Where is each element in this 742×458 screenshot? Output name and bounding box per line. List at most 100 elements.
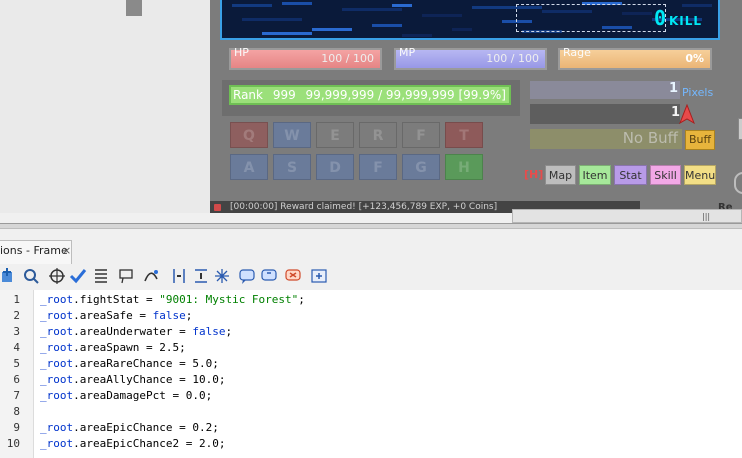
line-number: 1 <box>13 293 20 306</box>
skill-slot[interactable]: H <box>445 154 483 180</box>
viewport-pixel <box>682 4 712 7</box>
hp-label: HP <box>234 46 249 59</box>
code-line: _root.areaEpicChance2 = 2.0; <box>40 437 225 450</box>
menu-button-stat[interactable]: Stat <box>614 165 647 185</box>
viewport-pixel <box>262 32 312 35</box>
skill-slot[interactable]: E <box>316 122 354 148</box>
code-line: _root.areaAllyChance = 10.0; <box>40 373 225 386</box>
skill-slot[interactable]: Q <box>230 122 268 148</box>
skill-slot[interactable]: F <box>359 154 397 180</box>
buff-text: No Buff <box>622 129 678 147</box>
remove-comment-icon[interactable] <box>284 267 302 285</box>
level-value: 1 <box>670 105 680 120</box>
code-root-token: _root <box>40 325 74 338</box>
viewport-pixel <box>392 4 412 7</box>
skill-slot[interactable]: F <box>402 122 440 148</box>
code-text: .areaDamagePct = 0.0; <box>73 389 213 402</box>
scrollbar-grip-icon[interactable]: ||| <box>702 212 710 221</box>
mp-value: 100 / 100 <box>486 52 539 65</box>
panel-splitter[interactable] <box>0 223 742 229</box>
code-text: .areaSafe = <box>73 309 153 322</box>
line-number: 10 <box>6 437 20 450</box>
rank-level: 999 <box>272 88 296 102</box>
line-number: 4 <box>13 341 20 354</box>
skill-slot[interactable]: T <box>445 122 483 148</box>
panel-tab-bar <box>0 240 742 265</box>
code-line: _root.areaDamagePct = 0.0; <box>40 389 212 402</box>
actions-frame-tab-label: ions - Frame <box>0 244 68 257</box>
code-root-token: _root <box>40 341 74 354</box>
code-text: .areaEpicChance2 = 2.0; <box>73 437 226 450</box>
arrow-up-icon <box>679 104 695 125</box>
stage-object[interactable] <box>126 0 142 16</box>
add-script-icon[interactable] <box>0 267 18 285</box>
menu-button-menu[interactable]: Menu <box>684 165 716 185</box>
code-root-token: _root <box>40 293 74 306</box>
rank-bar: Rank 999 99,999,999 / 99,999,999 [99.9%] <box>229 85 511 105</box>
skill-slot[interactable]: A <box>230 154 268 180</box>
chat-indicator-icon <box>214 204 221 211</box>
viewport-pixel <box>372 24 402 27</box>
buff-button[interactable]: Buff <box>685 130 715 150</box>
code-root-token: _root <box>40 389 74 402</box>
line-number: 9 <box>13 421 20 434</box>
mp-bar: MP 100 / 100 <box>394 46 547 70</box>
code-root-token: _root <box>40 421 74 434</box>
viewport-pixel <box>242 18 302 21</box>
skill-slot[interactable]: R <box>359 122 397 148</box>
target-insert-icon[interactable] <box>48 267 66 285</box>
viewport-pixel <box>342 8 402 11</box>
code-text: .areaAllyChance = 10.0; <box>73 373 226 386</box>
skill-slot[interactable]: D <box>316 154 354 180</box>
viewport-pixel <box>402 34 432 37</box>
code-line: _root.areaUnderwater = false; <box>40 325 232 338</box>
rank-progress: 99,999,999 / 99,999,999 [99.9%] <box>305 88 506 102</box>
close-icon[interactable]: × <box>62 244 71 257</box>
menu-button-map[interactable]: Map <box>545 165 576 185</box>
code-punctuation: ; <box>298 293 305 306</box>
code-root-token: _root <box>40 373 74 386</box>
right-edge-circle-icon[interactable] <box>734 172 742 194</box>
pixels-label: Pixels <box>682 86 714 99</box>
menu-button-item[interactable]: Item <box>579 165 611 185</box>
find-icon[interactable] <box>22 267 40 285</box>
hp-value: 100 / 100 <box>321 52 374 65</box>
collapse-between-braces-icon[interactable] <box>170 267 188 285</box>
check-syntax-icon[interactable] <box>69 267 87 285</box>
line-number: 5 <box>13 357 20 370</box>
viewport-pixel <box>232 4 272 7</box>
kill-count: 0 <box>653 6 666 30</box>
code-line: _root.areaEpicChance = 0.2; <box>40 421 219 434</box>
right-edge-tab[interactable] <box>738 118 742 140</box>
debug-options-icon[interactable] <box>142 267 160 285</box>
rage-label: Rage <box>563 46 591 59</box>
actions-toolbar <box>0 264 742 291</box>
auto-format-icon[interactable] <box>92 267 110 285</box>
code-line: _root.areaRareChance = 5.0; <box>40 357 219 370</box>
expand-all-icon[interactable] <box>213 267 231 285</box>
rage-bar: Rage 0% <box>558 46 712 70</box>
code-text: .areaRareChance = 5.0; <box>73 357 219 370</box>
apply-block-comment-icon[interactable] <box>238 267 256 285</box>
hp-bar: HP 100 / 100 <box>229 46 382 70</box>
code-string: "9001: Mystic Forest" <box>159 293 299 306</box>
skill-slot[interactable]: S <box>273 154 311 180</box>
skill-slot[interactable]: W <box>273 122 311 148</box>
skill-slot[interactable]: G <box>402 154 440 180</box>
code-keyword: false <box>192 325 226 338</box>
menu-button-skill[interactable]: Skill <box>650 165 681 185</box>
collapse-selection-icon[interactable] <box>192 267 210 285</box>
rank-label: Rank <box>233 88 263 102</box>
code-hint-icon[interactable] <box>118 267 136 285</box>
code-text: .areaEpicChance = 0.2; <box>73 421 219 434</box>
code-line: _root.areaSafe = false; <box>40 309 192 322</box>
kill-label: KILL <box>669 14 703 28</box>
show-hide-toolbox-icon[interactable] <box>310 267 328 285</box>
apply-line-comment-icon[interactable] <box>260 267 278 285</box>
viewport-pixel <box>422 14 462 17</box>
line-number: 8 <box>13 405 20 418</box>
hotkey-label: [H] <box>524 168 544 181</box>
code-line: _root.areaSpawn = 2.5; <box>40 341 186 354</box>
code-text: .areaUnderwater = <box>73 325 193 338</box>
code-root-token: _root <box>40 309 74 322</box>
